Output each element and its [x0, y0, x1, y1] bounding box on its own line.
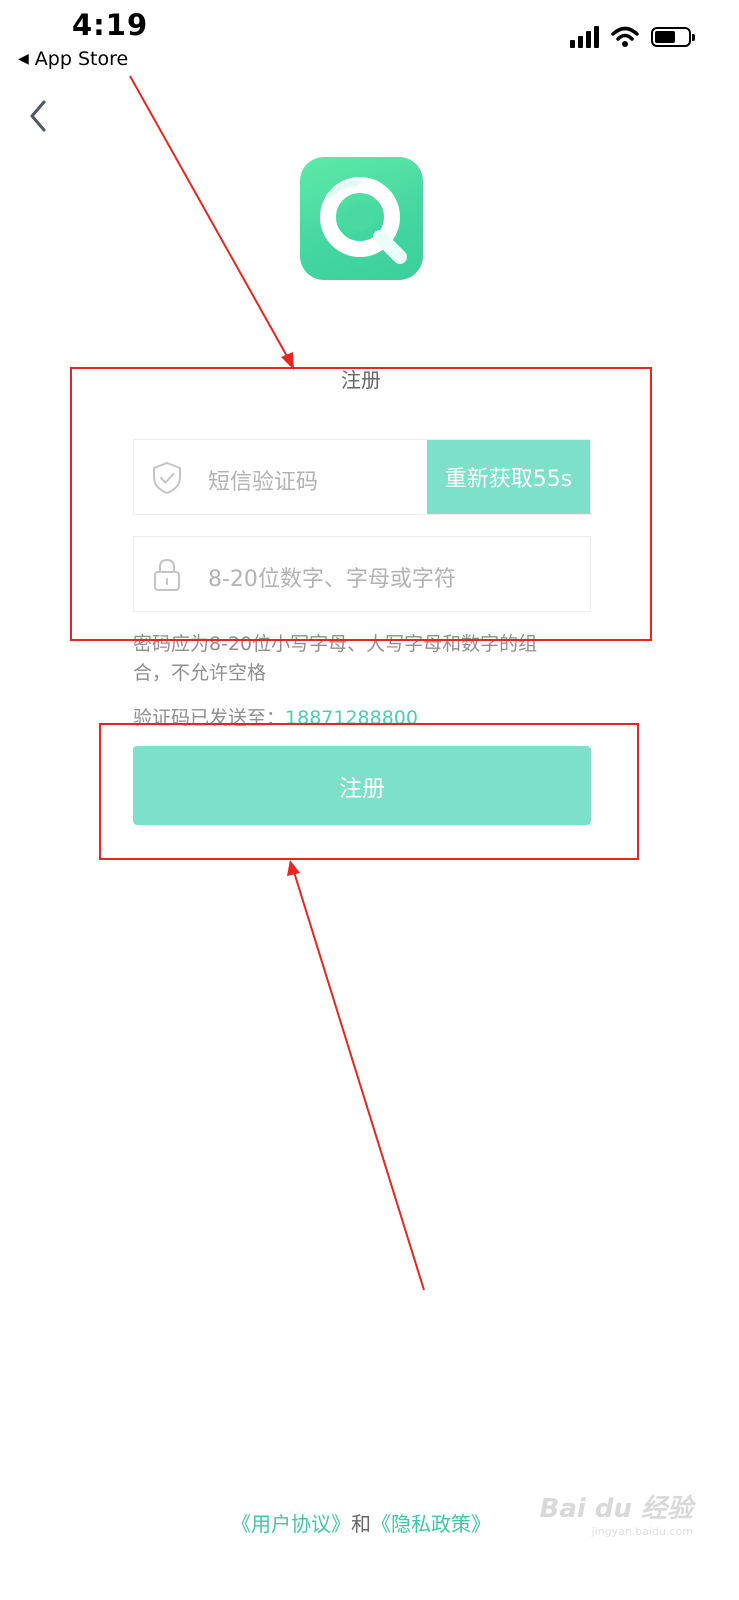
- annotation-box-submit: [99, 723, 639, 860]
- annotation-overlay: [70, 75, 652, 1291]
- annotation-arrowhead-bottom: [287, 860, 300, 876]
- annotation-box-form: [70, 367, 652, 641]
- annotation-arrow-top: [129, 75, 289, 359]
- annotation-arrow-bottom: [293, 871, 425, 1291]
